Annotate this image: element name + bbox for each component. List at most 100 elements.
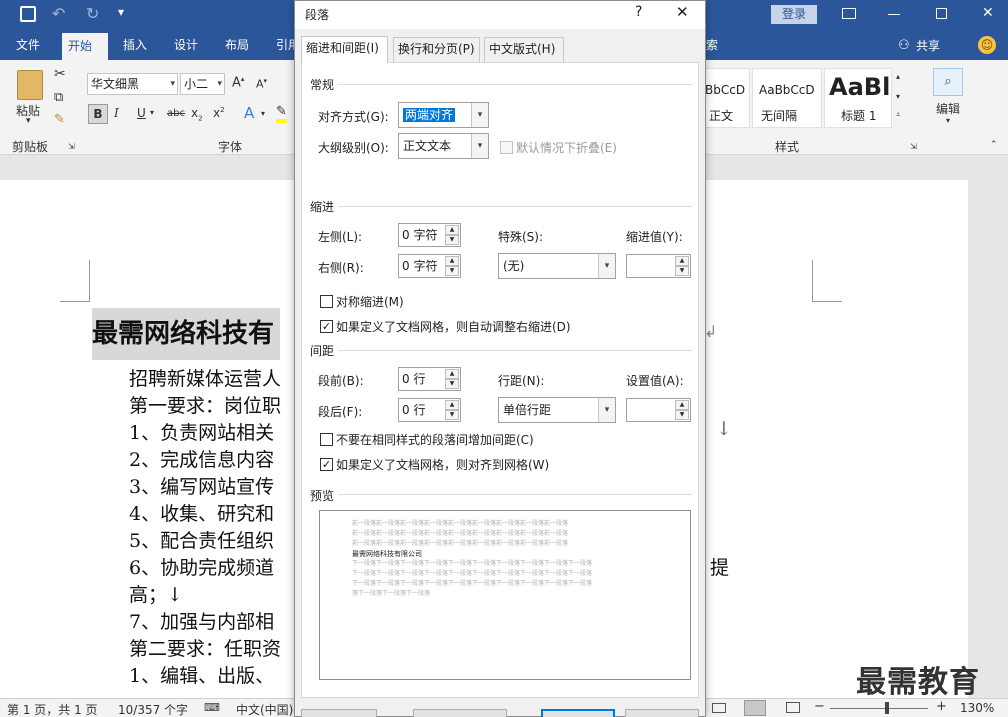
zoom-out-icon[interactable]: − xyxy=(814,699,825,714)
space-before-spinner[interactable]: 0 行 ▲ ▼ xyxy=(398,367,461,391)
italic-icon[interactable]: I xyxy=(114,106,119,120)
spin-down-icon[interactable]: ▼ xyxy=(445,235,459,245)
styles-launcher-icon[interactable]: ⇲ xyxy=(910,142,917,151)
line-spacing-select[interactable]: 单倍行距 ▾ xyxy=(498,397,616,423)
snap-to-grid-checkbox[interactable]: ✓ xyxy=(320,458,333,471)
web-layout-icon[interactable] xyxy=(786,702,800,713)
spin-up-icon[interactable]: ▲ xyxy=(675,256,689,266)
window-close-icon[interactable]: ✕ xyxy=(982,5,994,21)
tab-design[interactable]: 设计 xyxy=(168,30,204,60)
doc-line[interactable]: 第二要求：任职资 xyxy=(129,634,281,661)
indent-by-spinner[interactable]: ▲ ▼ xyxy=(626,254,691,278)
mirror-indent-checkbox[interactable] xyxy=(320,295,333,308)
paste-menu-icon[interactable]: ▾ xyxy=(26,116,31,126)
spin-down-icon[interactable]: ▼ xyxy=(675,410,689,420)
tab-insert[interactable]: 插入 xyxy=(117,30,153,60)
spacing-at-spinner[interactable]: ▲ ▼ xyxy=(626,398,691,422)
alignment-select[interactable]: 两端对齐 ▾ xyxy=(398,102,489,128)
spin-up-icon[interactable]: ▲ xyxy=(445,400,459,410)
read-mode-icon[interactable] xyxy=(712,703,726,713)
spin-up-icon[interactable]: ▲ xyxy=(445,256,459,266)
vertical-scrollbar[interactable] xyxy=(991,155,1008,698)
cut-icon[interactable]: ✂ xyxy=(54,66,66,82)
text-effects-menu-icon[interactable]: ▾ xyxy=(261,109,265,118)
tab-asian-typography[interactable]: 中文版式(H) xyxy=(484,37,564,62)
doc-line[interactable]: 第一要求：岗位职 xyxy=(129,391,281,418)
doc-line[interactable]: 4、收集、研究和 xyxy=(129,499,274,526)
redo-icon[interactable]: ↻ xyxy=(86,4,99,23)
underline-menu-icon[interactable]: ▾ xyxy=(150,108,154,117)
doc-line[interactable]: 高；↓ xyxy=(129,580,183,607)
doc-line[interactable]: 2、完成信息内容 xyxy=(129,445,274,472)
save-icon[interactable] xyxy=(20,6,36,22)
superscript-icon[interactable]: x2 xyxy=(213,106,225,120)
doc-line[interactable]: 招聘新媒体运营人 xyxy=(129,364,281,391)
spin-down-icon[interactable]: ▼ xyxy=(445,410,459,420)
highlight-icon[interactable]: ✎ xyxy=(276,104,287,123)
tab-layout[interactable]: 布局 xyxy=(219,30,255,60)
share-button[interactable]: 共享 xyxy=(916,37,940,54)
collapse-ribbon-icon[interactable]: ⌃ xyxy=(990,140,998,150)
search-icon[interactable]: ⌕ xyxy=(933,68,963,96)
shrink-font-icon[interactable]: A▾ xyxy=(256,77,267,91)
zoom-slider[interactable] xyxy=(830,708,928,709)
style-normal[interactable]: BbCcD 正文 xyxy=(704,68,750,128)
doc-line[interactable]: 1、负责网站相关 xyxy=(129,418,274,445)
cancel-button[interactable] xyxy=(625,709,699,717)
style-no-spacing[interactable]: AaBbCcD 无间隔 xyxy=(752,68,822,128)
outline-level-select[interactable]: 正文文本 ▾ xyxy=(398,133,489,159)
dialog-title-bar[interactable]: 段落 ? ✕ xyxy=(295,1,705,29)
underline-icon[interactable]: U xyxy=(137,106,146,120)
tab-home[interactable]: 开始 xyxy=(62,33,108,60)
font-name-combo[interactable]: 华文细黑 ▾ xyxy=(87,73,178,95)
paste-icon[interactable] xyxy=(17,70,43,100)
dialog-close-button[interactable]: ✕ xyxy=(676,3,689,21)
doc-line[interactable]: 5、配合责任组织 xyxy=(129,526,274,553)
status-words[interactable]: 10/357 个字 xyxy=(118,701,188,717)
special-select[interactable]: (无) ▾ xyxy=(498,253,616,279)
zoom-level[interactable]: 130% xyxy=(960,701,994,715)
clipboard-launcher-icon[interactable]: ⇲ xyxy=(68,142,75,151)
zoom-slider-thumb[interactable] xyxy=(885,702,889,714)
edit-button[interactable]: 编辑 xyxy=(936,100,960,117)
ribbon-display-icon[interactable] xyxy=(842,8,856,19)
spin-up-icon[interactable]: ▲ xyxy=(445,369,459,379)
doc-line[interactable]: 1、编辑、出版、 xyxy=(129,661,274,688)
status-page[interactable]: 第 1 页，共 1 页 xyxy=(7,701,98,717)
spin-up-icon[interactable]: ▲ xyxy=(445,225,459,235)
styles-scroll-up-icon[interactable]: ▴ xyxy=(896,72,900,81)
customize-toolbar-icon[interactable]: ▾ xyxy=(118,5,124,19)
status-language[interactable]: 中文(中国) xyxy=(236,701,293,717)
undo-icon[interactable]: ↶ xyxy=(52,4,65,23)
format-painter-icon[interactable]: ✎ xyxy=(54,112,65,127)
print-layout-icon[interactable] xyxy=(744,700,766,716)
doc-line[interactable]: 6、协助完成频道 xyxy=(129,553,274,580)
indent-right-spinner[interactable]: 0 字符 ▲ ▼ xyxy=(398,254,461,278)
smiley-icon[interactable]: ☺ xyxy=(978,36,996,54)
subscript-icon[interactable]: x2 xyxy=(191,106,203,122)
styles-scroll-down-icon[interactable]: ▾ xyxy=(896,92,900,101)
doc-line[interactable]: 7、加强与内部相 xyxy=(129,607,274,634)
bold-icon[interactable]: B xyxy=(88,104,108,124)
login-button[interactable]: 登录 xyxy=(771,5,817,24)
styles-more-icon[interactable]: ⩡ xyxy=(896,110,901,120)
auto-adjust-checkbox[interactable]: ✓ xyxy=(320,320,333,333)
no-space-same-style-checkbox[interactable] xyxy=(320,433,333,446)
tab-file[interactable]: 文件 xyxy=(10,30,46,60)
help-button[interactable]: ? xyxy=(635,4,642,20)
doc-line[interactable]: 3、编写网站宣传 xyxy=(129,472,274,499)
indent-left-spinner[interactable]: 0 字符 ▲ ▼ xyxy=(398,223,461,247)
ok-button[interactable] xyxy=(541,709,615,717)
spin-down-icon[interactable]: ▼ xyxy=(445,379,459,389)
spin-down-icon[interactable]: ▼ xyxy=(445,266,459,276)
text-effects-icon[interactable]: A xyxy=(244,104,254,122)
grow-font-icon[interactable]: A▴ xyxy=(232,75,244,90)
proofing-icon[interactable]: ⌨ xyxy=(204,701,220,714)
spin-down-icon[interactable]: ▼ xyxy=(675,266,689,276)
minimize-icon[interactable] xyxy=(888,14,900,15)
tab-indents-spacing[interactable]: 缩进和间距(I) xyxy=(301,36,388,63)
maximize-icon[interactable] xyxy=(936,8,947,19)
space-after-spinner[interactable]: 0 行 ▲ ▼ xyxy=(398,398,461,422)
strikethrough-icon[interactable]: abc xyxy=(167,108,185,119)
spin-up-icon[interactable]: ▲ xyxy=(675,400,689,410)
